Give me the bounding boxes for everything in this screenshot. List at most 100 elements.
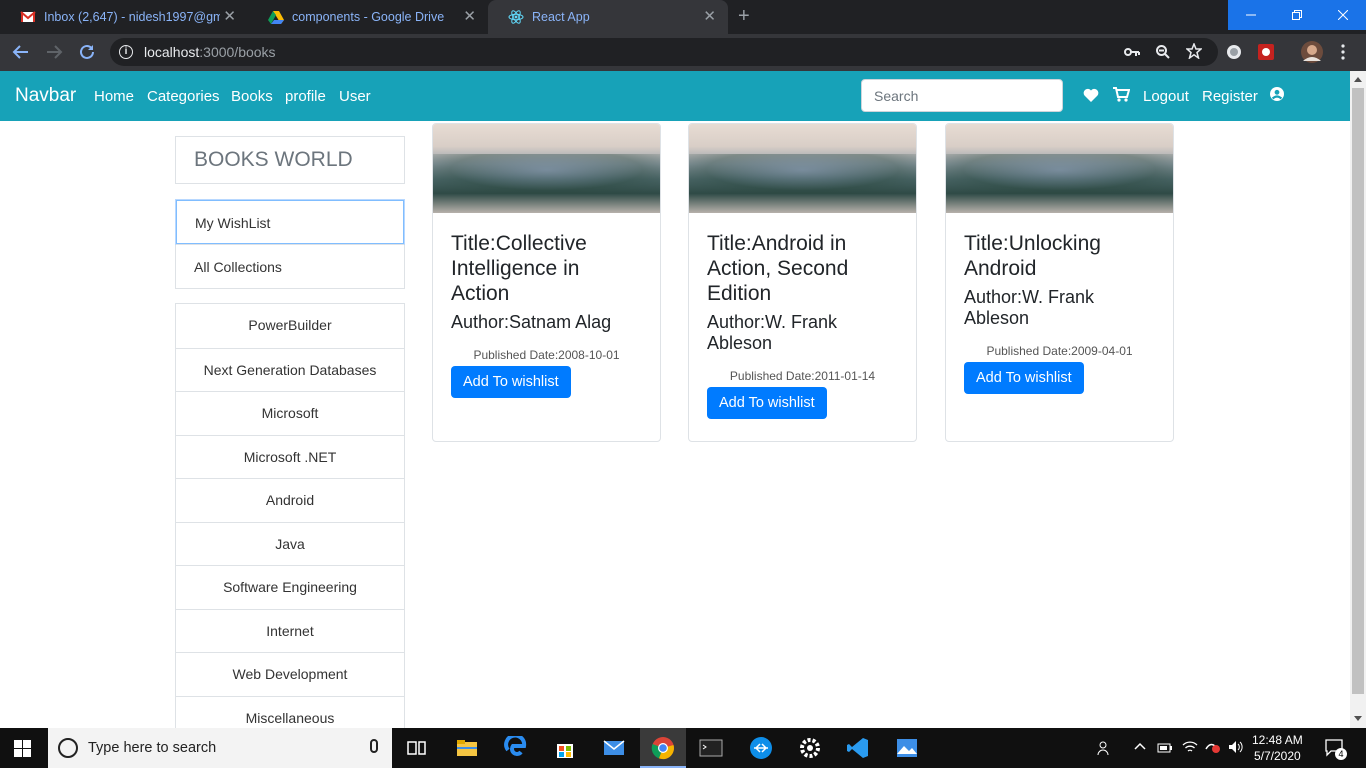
taskbar-clock[interactable]: 12:48 AM 5/7/2020 <box>1252 732 1303 764</box>
extension-icon[interactable] <box>1258 44 1274 60</box>
antivirus-icon[interactable] <box>1205 740 1221 754</box>
cart-icon[interactable] <box>1113 87 1130 102</box>
book-published-date: Published Date:2009-04-01 <box>986 344 1133 358</box>
category-item[interactable]: Web Development <box>176 652 404 696</box>
profile-avatar-icon[interactable] <box>1301 41 1323 63</box>
clock-date: 5/7/2020 <box>1253 749 1301 763</box>
volume-icon[interactable] <box>1228 740 1244 754</box>
book-published-date: Published Date:2011-01-14 <box>729 369 876 383</box>
menu-icon[interactable] <box>1340 44 1346 60</box>
reload-icon[interactable] <box>78 43 96 61</box>
minimize-button[interactable] <box>1228 0 1274 30</box>
wifi-icon[interactable] <box>1182 740 1198 754</box>
new-tab-button[interactable]: + <box>738 6 750 26</box>
extension-icon[interactable] <box>1226 44 1242 60</box>
minimize-icon <box>1246 14 1256 16</box>
book-title: Title:Collective Intelligence in Action <box>451 232 587 305</box>
back-icon[interactable] <box>12 43 30 61</box>
teamviewer-icon[interactable] <box>749 736 773 760</box>
nav-link-user[interactable]: User <box>339 88 371 105</box>
category-item[interactable]: Java <box>176 521 404 566</box>
book-author: Author:Satnam Alag <box>451 312 612 332</box>
heart-icon[interactable] <box>1083 88 1099 102</box>
mail-icon[interactable] <box>602 736 626 760</box>
notification-count-badge: 4 <box>1335 748 1347 760</box>
close-tab-icon[interactable]: ✕ <box>463 9 476 24</box>
add-to-wishlist-button[interactable]: Add To wishlist <box>964 362 1084 394</box>
scroll-up-icon[interactable] <box>1354 77 1362 82</box>
taskbar-search-placeholder: Type here to search <box>88 740 217 756</box>
close-icon <box>1338 10 1348 20</box>
category-list: PowerBuilder Next Generation Databases M… <box>175 303 405 740</box>
bookmark-star-icon[interactable] <box>1186 43 1202 59</box>
battery-icon[interactable] <box>1157 742 1173 754</box>
category-item[interactable]: Internet <box>176 608 404 653</box>
category-item[interactable]: Software Engineering <box>176 565 404 609</box>
category-item[interactable]: PowerBuilder <box>176 304 404 348</box>
books-world-heading: BOOKS WORLD <box>175 136 405 184</box>
restore-icon <box>1292 10 1302 20</box>
sidebar-item-all-collections[interactable]: All Collections <box>176 244 404 288</box>
register-link[interactable]: Register <box>1202 88 1258 105</box>
chrome-taskbar-button[interactable] <box>640 728 686 768</box>
cortana-icon <box>58 738 78 758</box>
close-tab-icon[interactable]: ✕ <box>703 9 716 24</box>
people-icon[interactable] <box>1097 740 1113 756</box>
nav-link-categories[interactable]: Categories <box>147 88 220 105</box>
taskbar-search-box[interactable]: Type here to search <box>48 728 392 768</box>
edge-icon[interactable] <box>504 736 528 760</box>
task-view-icon[interactable] <box>405 736 429 760</box>
chrome-icon <box>651 737 674 760</box>
logout-link[interactable]: Logout <box>1143 88 1189 105</box>
tab-react-app[interactable]: React App ✕ <box>488 0 728 34</box>
restore-button[interactable] <box>1274 0 1320 30</box>
book-author: Author:W. Frank Ableson <box>707 312 838 353</box>
url-text: localhost:3000/books <box>144 44 276 60</box>
book-title: Title:Android in Action, Second Edition <box>707 232 849 305</box>
site-info-icon[interactable]: i <box>119 45 133 59</box>
photos-icon[interactable] <box>895 736 919 760</box>
settings-icon[interactable] <box>798 736 822 760</box>
user-circle-icon[interactable] <box>1270 87 1284 101</box>
scroll-down-icon[interactable] <box>1354 716 1362 721</box>
close-window-button[interactable] <box>1320 0 1366 30</box>
tab-title: Inbox (2,647) - nidesh1997@gma <box>44 10 220 24</box>
address-bar-row: i localhost:3000/books <box>0 34 1366 71</box>
category-item[interactable]: Android <box>176 478 404 522</box>
book-cover-image <box>433 124 660 213</box>
key-icon[interactable] <box>1124 46 1140 58</box>
sidebar-item-my-wishlist[interactable]: My WishList <box>176 200 404 244</box>
vscode-icon[interactable] <box>846 736 870 760</box>
file-explorer-icon[interactable] <box>455 736 479 760</box>
book-cover-image <box>946 124 1173 213</box>
close-tab-icon[interactable]: ✕ <box>223 9 236 24</box>
windows-taskbar: Type here to search 12:48 AM 5/7/2020 4 <box>0 728 1366 768</box>
nav-link-home[interactable]: Home <box>94 88 134 105</box>
tab-gmail[interactable]: Inbox (2,647) - nidesh1997@gma ✕ <box>0 0 248 34</box>
tab-google-drive[interactable]: components - Google Drive ✕ <box>248 0 488 34</box>
microphone-icon[interactable] <box>370 739 378 753</box>
navbar-brand[interactable]: Navbar <box>15 85 76 107</box>
google-drive-icon <box>268 11 284 24</box>
zoom-icon[interactable] <box>1155 44 1171 60</box>
book-title: Title:Unlocking Android <box>964 232 1101 280</box>
store-icon[interactable] <box>553 736 577 760</box>
forward-icon[interactable] <box>45 43 63 61</box>
scrollbar-thumb[interactable] <box>1352 88 1364 694</box>
nav-link-books[interactable]: Books <box>231 88 273 105</box>
address-bar[interactable]: i localhost:3000/books <box>110 38 1218 66</box>
nav-link-profile[interactable]: profile <box>285 88 326 105</box>
add-to-wishlist-button[interactable]: Add To wishlist <box>707 387 827 419</box>
tab-title: React App <box>532 10 590 24</box>
page-scrollbar[interactable] <box>1350 71 1366 728</box>
add-to-wishlist-button[interactable]: Add To wishlist <box>451 366 571 398</box>
chevron-up-icon[interactable] <box>1134 742 1146 750</box>
windows-start-icon[interactable] <box>14 740 31 757</box>
category-item[interactable]: Microsoft <box>176 391 404 435</box>
category-item[interactable]: Next Generation Databases <box>176 347 404 392</box>
app-navbar: Navbar Home Categories Books profile Use… <box>0 71 1350 121</box>
category-item[interactable]: Microsoft .NET <box>176 434 404 479</box>
search-input[interactable] <box>861 79 1063 112</box>
terminal-icon[interactable] <box>699 736 723 760</box>
book-author: Author:W. Frank Ableson <box>964 287 1095 328</box>
